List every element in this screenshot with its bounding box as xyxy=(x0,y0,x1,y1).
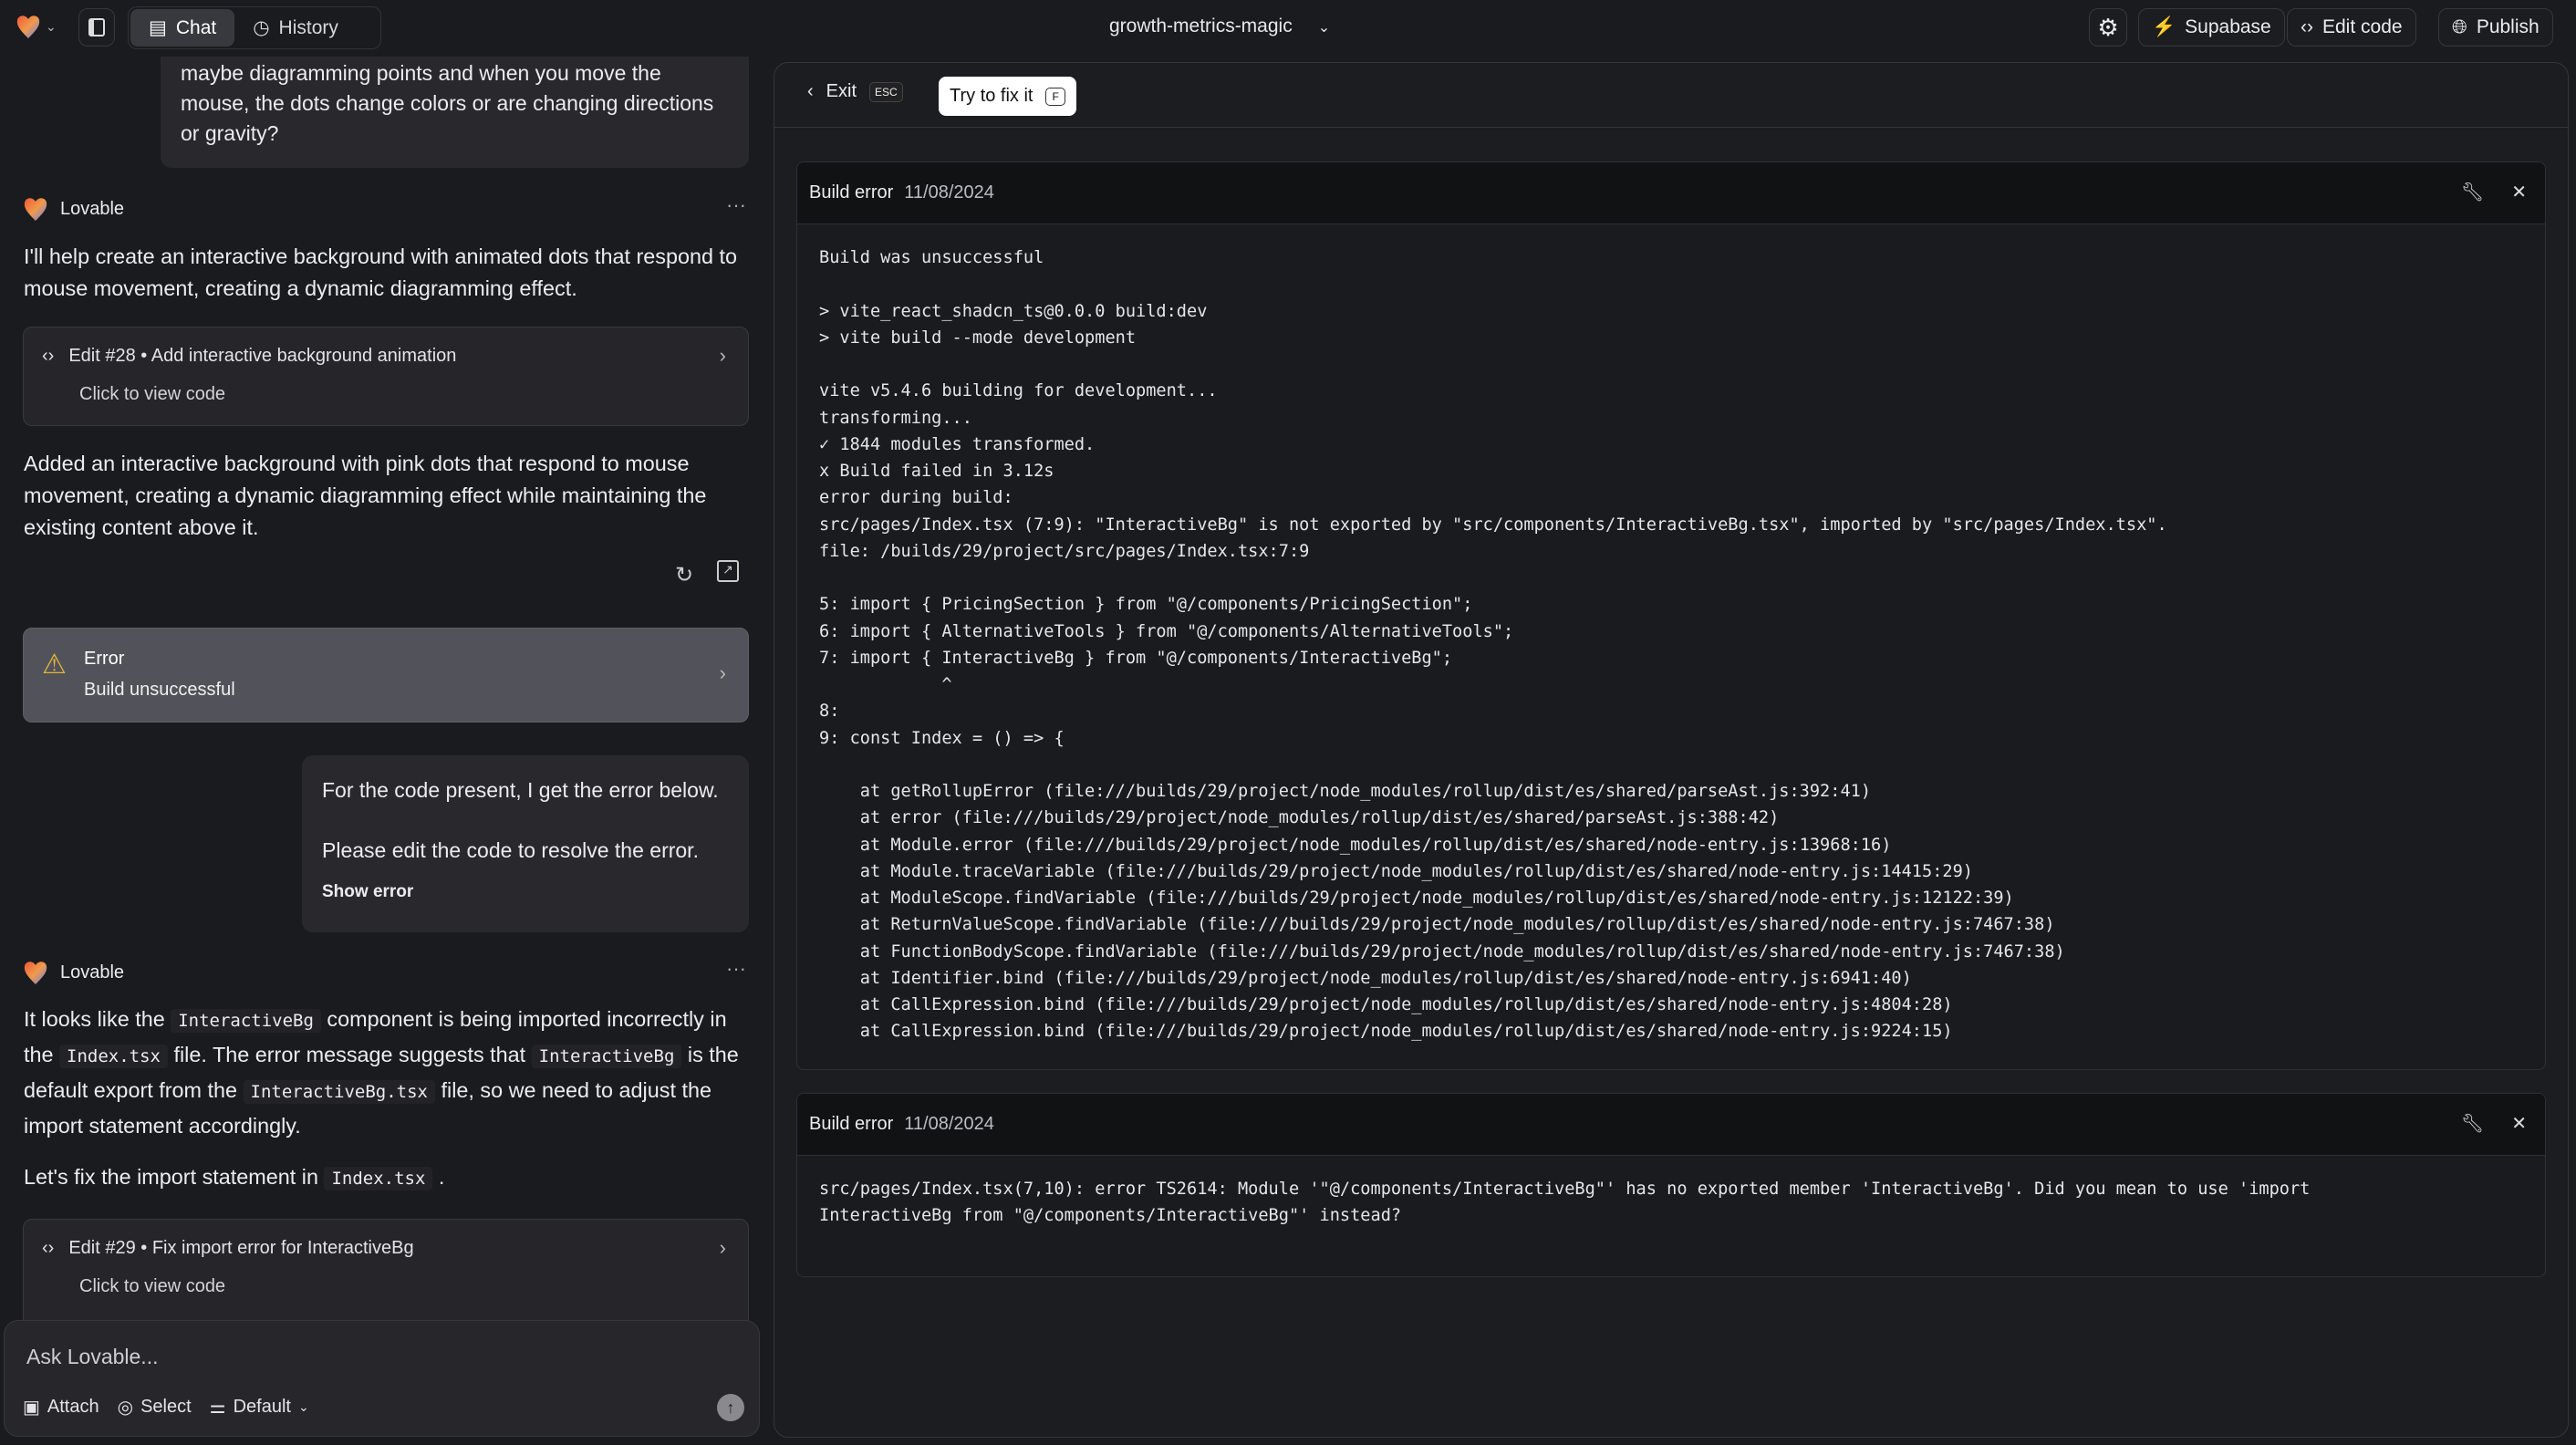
tab-chat[interactable]: ▤ Chat xyxy=(130,9,235,47)
assistant-message: Added an interactive background with pin… xyxy=(24,452,707,539)
shortcut-badge: F xyxy=(1045,87,1065,106)
user-message: For the code present, I get the error be… xyxy=(302,755,749,932)
top-bar: ⌄ ▤ Chat ◷ History growth-metrics-magic ⌄ ⚙… xyxy=(0,0,2576,57)
chevron-down-icon: ⌄ xyxy=(1317,20,1331,36)
code-icon: ‹› xyxy=(2301,16,2313,37)
assistant-header: Lovable xyxy=(24,196,124,222)
error-card[interactable]: ⚠ Error Build unsuccessful › xyxy=(23,628,749,722)
project-menu[interactable]: ⌄ xyxy=(16,14,57,39)
tab-history[interactable]: ◷ History xyxy=(234,9,357,47)
close-icon[interactable]: ✕ xyxy=(2511,181,2527,203)
supabase-button[interactable]: ⚡ Supabase xyxy=(2138,8,2285,47)
wrench-icon[interactable]: 🔧︎ xyxy=(2461,181,2484,203)
edit-card-29[interactable]: ‹› Edit #29 • Fix import error for Intera… xyxy=(23,1219,749,1328)
select-button[interactable]: ◎ Select xyxy=(118,1396,192,1419)
error-view-panel: ‹ Exit ESC Try to fix it F Build error 11… xyxy=(774,62,2569,1438)
edit-card-28[interactable]: ‹› Edit #28 • Add interactive background … xyxy=(23,327,749,426)
chevron-right-icon: › xyxy=(719,1236,726,1259)
arrow-up-icon: ↑ xyxy=(726,1398,735,1417)
project-title[interactable]: growth-metrics-magic ⌄ xyxy=(1109,16,1330,37)
image-plus-icon: ▣ xyxy=(23,1398,40,1418)
assistant-message: Let's fix the import statement in Index.… xyxy=(24,1165,445,1190)
assistant-message: It looks like the InteractiveBg componen… xyxy=(24,1007,739,1138)
code-icon: ‹› xyxy=(42,346,55,366)
globe-icon: 🌐︎ xyxy=(2452,16,2467,37)
assistant-message: I'll help create an interactive backgrou… xyxy=(24,244,738,300)
lovable-logo-icon xyxy=(24,962,47,984)
toggle-sidebar-button[interactable] xyxy=(78,8,115,47)
publish-button[interactable]: 🌐︎ Publish xyxy=(2438,8,2553,47)
warning-icon: ⚠ xyxy=(42,650,67,680)
lovable-logo-icon xyxy=(16,16,40,38)
assistant-header: Lovable xyxy=(24,960,124,985)
chat-input[interactable]: Ask Lovable... xyxy=(26,1345,158,1369)
edit-code-button[interactable]: ‹› Edit code xyxy=(2287,8,2416,47)
mode-dropdown[interactable]: ⚌ Default ⌄ xyxy=(210,1396,309,1419)
chat-panel: maybe diagramming points and when you mo… xyxy=(0,57,764,1445)
shortcut-badge: ESC xyxy=(869,81,903,102)
chevron-left-icon: ‹ xyxy=(807,81,814,101)
try-to-fix-button[interactable]: Try to fix it F xyxy=(939,77,1076,116)
user-message: maybe diagramming points and when you mo… xyxy=(161,57,749,168)
chevron-down-icon: ⌄ xyxy=(297,1399,309,1414)
chevron-right-icon: › xyxy=(719,661,726,684)
lovable-logo-icon xyxy=(24,198,47,221)
show-error-link[interactable]: Show error xyxy=(322,877,729,907)
view-switcher: ▤ Chat ◷ History xyxy=(128,6,381,49)
chat-icon: ▤ xyxy=(149,17,167,38)
exit-button[interactable]: ‹ Exit ESC xyxy=(807,81,903,102)
build-error-card: Build error 11/08/2024 🔧︎ ✕ src/pages/Inde… xyxy=(796,1093,2546,1277)
target-icon: ◎ xyxy=(117,1398,134,1418)
sliders-icon: ⚌ xyxy=(209,1398,226,1418)
open-external-icon[interactable]: ↗ xyxy=(717,560,739,582)
chat-composer[interactable]: Ask Lovable... ▣ Attach ◎ Select ⚌ Default ⌄… xyxy=(4,1320,760,1437)
restore-icon[interactable]: ↻ xyxy=(675,562,693,588)
attach-button[interactable]: ▣ Attach xyxy=(23,1396,99,1419)
build-error-card: Build error 11/08/2024 🔧︎ ✕ Build was unsu… xyxy=(796,161,2546,1070)
error-toolbar: ‹ Exit ESC Try to fix it F xyxy=(774,63,2568,128)
error-log: Build was unsuccessful > vite_react_shad… xyxy=(819,248,2167,1042)
settings-button[interactable]: ⚙ xyxy=(2089,8,2127,47)
send-button[interactable]: ↑ xyxy=(717,1394,744,1421)
more-options-icon[interactable]: ··· xyxy=(726,193,746,217)
chevron-right-icon: › xyxy=(719,344,726,367)
chevron-down-icon: ⌄ xyxy=(46,18,57,34)
sidebar-icon xyxy=(88,18,105,36)
error-log: src/pages/Index.tsx(7,10): error TS2614:… xyxy=(819,1180,2311,1226)
wrench-icon[interactable]: 🔧︎ xyxy=(2461,1112,2484,1135)
supabase-bolt-icon: ⚡ xyxy=(2152,16,2176,37)
gear-icon: ⚙ xyxy=(2097,13,2119,41)
code-icon: ‹› xyxy=(42,1238,55,1258)
more-options-icon[interactable]: ··· xyxy=(726,957,746,981)
close-icon[interactable]: ✕ xyxy=(2511,1112,2527,1135)
history-icon: ◷ xyxy=(253,17,270,38)
